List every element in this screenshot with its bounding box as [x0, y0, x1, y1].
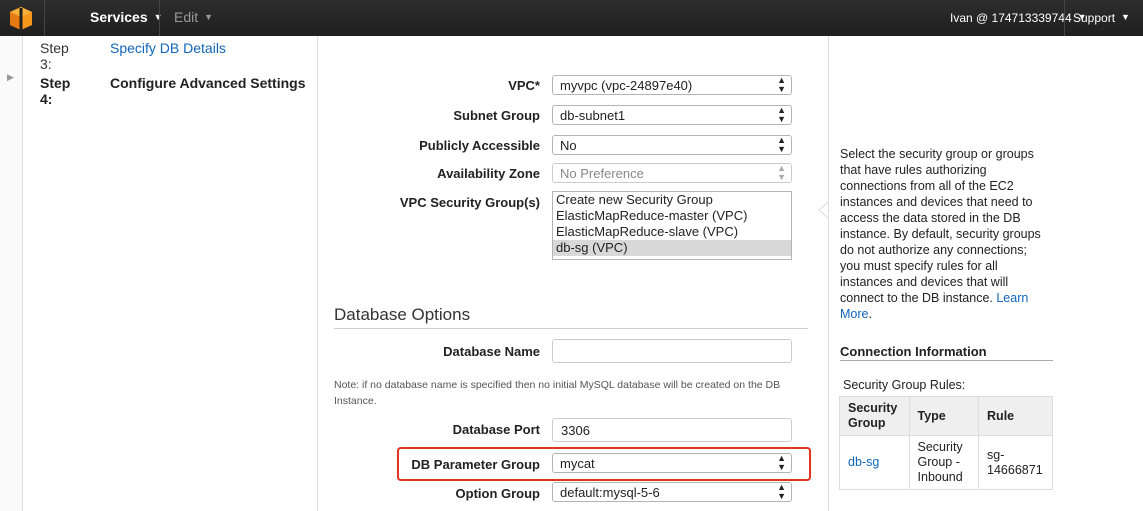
help-divider [828, 36, 829, 511]
step-number: Step 3: [40, 40, 69, 72]
help-text: Select the security group or groups that… [840, 147, 1041, 305]
db-parameter-group-select[interactable]: mycat ▲ ▼ [552, 453, 792, 473]
security-group-rules-table: Security Group Type Rule db-sg Security … [839, 396, 1053, 490]
table-cell: Security Group - Inbound [908, 435, 980, 490]
step-number: Step 4: [40, 75, 71, 107]
security-groups-listbox[interactable]: Create new Security Group ElasticMapRedu… [552, 191, 792, 260]
top-navigation-bar: Services▼ Edit▼ Ivan @ 174713339744▼ Sup… [0, 0, 1143, 36]
column-header: Security Group [839, 396, 910, 436]
select-arrows-icon: ▲ ▼ [777, 482, 786, 501]
sidebar-toggle-gutter[interactable]: ▶ [0, 36, 23, 511]
publicly-accessible-select[interactable]: No ▲ ▼ [552, 135, 792, 155]
database-name-input[interactable] [552, 339, 792, 363]
database-port-input[interactable]: 3306 [552, 418, 792, 442]
table-cell: sg-14666871 [978, 435, 1053, 490]
section-title-database-options: Database Options [334, 305, 471, 324]
availability-zone-label: Availability Zone [437, 166, 540, 181]
option-group-value: default:mysql-5-6 [560, 485, 660, 500]
table-row: db-sg Security Group - Inbound sg-146668… [839, 435, 1053, 490]
security-group-link[interactable]: db-sg [839, 435, 910, 490]
step-label: Configure Advanced Settings [110, 75, 306, 91]
nav-divider [1064, 0, 1065, 36]
subnet-group-select[interactable]: db-subnet1 ▲ ▼ [552, 105, 792, 125]
services-menu[interactable]: Services▼ [90, 9, 163, 25]
select-arrows-icon: ▲ ▼ [777, 105, 786, 124]
step-label-link[interactable]: Specify DB Details [110, 40, 226, 56]
expand-arrow-icon: ▶ [7, 72, 14, 82]
aws-cube-logo-icon[interactable] [8, 5, 34, 31]
content-divider [317, 36, 318, 511]
select-arrows-icon: ▲ ▼ [777, 75, 786, 94]
select-arrows-icon: ▲ ▼ [777, 163, 786, 182]
column-header: Type [908, 396, 980, 436]
section-divider [334, 328, 808, 329]
option-group-label: Option Group [455, 486, 540, 501]
support-menu[interactable]: Support ▼ [1073, 11, 1130, 25]
nav-divider [159, 0, 160, 36]
vpc-select-value: myvpc (vpc-24897e40) [560, 78, 693, 93]
help-period: . [868, 307, 872, 321]
db-parameter-group-value: mycat [560, 456, 595, 471]
select-arrows-icon: ▲ ▼ [777, 135, 786, 154]
subnet-group-value: db-subnet1 [560, 108, 626, 123]
column-header: Rule [978, 396, 1053, 436]
chevron-down-icon: ▼ [1121, 12, 1130, 22]
account-label: Ivan @ 174713339744 [950, 11, 1072, 25]
availability-zone-select: No Preference ▲ ▼ [552, 163, 792, 183]
nav-divider [44, 0, 45, 36]
vpc-select[interactable]: myvpc (vpc-24897e40) ▲ ▼ [552, 75, 792, 95]
connection-divider [840, 360, 1053, 361]
chevron-down-icon: ▼ [204, 12, 214, 22]
edit-menu[interactable]: Edit ▼ [174, 9, 213, 25]
list-option[interactable]: Create new Security Group [553, 192, 791, 208]
connection-information-title: Connection Information [840, 344, 987, 359]
database-port-label: Database Port [452, 422, 540, 437]
table-header-row: Security Group Type Rule [839, 396, 1053, 436]
select-arrows-icon: ▲ ▼ [777, 453, 786, 472]
services-label: Services [90, 9, 148, 25]
list-option-selected[interactable]: db-sg (VPC) [553, 240, 791, 256]
account-menu[interactable]: Ivan @ 174713339744 ▼ [950, 11, 1087, 25]
callout-pointer-icon [818, 202, 828, 218]
security-group-rules-label: Security Group Rules: [843, 378, 966, 392]
security-groups-label: VPC Security Group(s) [399, 195, 540, 210]
vpc-label: VPC* [508, 78, 540, 93]
db-parameter-group-label: DB Parameter Group [411, 457, 540, 472]
subnet-group-label: Subnet Group [453, 108, 540, 123]
edit-label: Edit [174, 9, 199, 25]
support-label: Support [1073, 11, 1116, 25]
publicly-accessible-value: No [560, 138, 577, 153]
list-option[interactable]: ElasticMapReduce-slave (VPC) [553, 224, 791, 240]
database-name-label: Database Name [443, 344, 540, 359]
security-group-help: Select the security group or groups that… [840, 146, 1050, 322]
availability-zone-value: No Preference [560, 166, 644, 181]
database-name-note: Note: if no database name is specified t… [334, 379, 781, 407]
publicly-accessible-label: Publicly Accessible [419, 138, 540, 153]
list-option[interactable]: ElasticMapReduce-master (VPC) [553, 208, 791, 224]
option-group-select[interactable]: default:mysql-5-6 ▲ ▼ [552, 482, 792, 502]
